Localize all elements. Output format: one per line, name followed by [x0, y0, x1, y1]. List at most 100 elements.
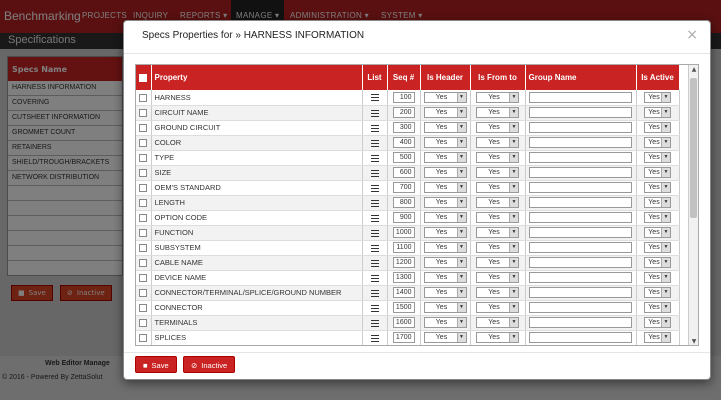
row-checkbox[interactable] [139, 259, 148, 267]
group-name-input[interactable] [528, 137, 632, 148]
seq-input[interactable]: 900 [392, 212, 415, 223]
is-header-select[interactable]: Yes ▼ [423, 167, 467, 178]
group-name-input[interactable] [528, 91, 632, 103]
is-active-select[interactable]: Yes ▼ [644, 332, 671, 343]
is-active-select[interactable]: Yes ▼ [644, 122, 671, 133]
is-header-select[interactable]: Yes ▼ [423, 182, 467, 193]
is-header-select[interactable]: Yes ▼ [423, 242, 467, 253]
is-from-to-select[interactable]: Yes ▼ [476, 317, 519, 328]
group-name-input[interactable] [528, 182, 632, 193]
is-header-select[interactable]: Yes ▼ [423, 302, 467, 313]
is-from-to-select[interactable]: Yes ▼ [476, 272, 519, 283]
is-active-select[interactable]: Yes ▼ [644, 227, 671, 238]
is-header-select[interactable]: Yes ▼ [423, 107, 467, 118]
seq-input[interactable]: 1500 [392, 302, 415, 313]
is-header-select[interactable]: Yes ▼ [423, 212, 467, 223]
is-header-select[interactable]: Yes ▼ [423, 287, 467, 298]
close-icon[interactable]: × [686, 27, 698, 43]
seq-input[interactable]: 1400 [392, 287, 415, 298]
column-header-is-active[interactable]: Is Active [636, 65, 680, 90]
inactive-button[interactable]: ⊘ Inactive [183, 356, 236, 373]
is-from-to-select[interactable]: Yes ▼ [476, 227, 519, 238]
list-icon[interactable] [370, 169, 379, 177]
group-name-input[interactable] [528, 197, 632, 208]
row-checkbox[interactable] [139, 244, 148, 252]
vertical-scrollbar[interactable]: ▲ ▼ [688, 65, 698, 345]
is-active-select[interactable]: Yes ▼ [644, 242, 671, 253]
group-name-input[interactable] [528, 167, 632, 178]
is-active-select[interactable]: Yes ▼ [644, 91, 671, 103]
is-from-to-select[interactable]: Yes ▼ [476, 257, 519, 268]
is-from-to-select[interactable]: Yes ▼ [476, 332, 519, 343]
row-checkbox[interactable] [139, 93, 148, 102]
row-checkbox[interactable] [139, 139, 148, 147]
list-icon[interactable] [370, 199, 379, 207]
is-header-select[interactable]: Yes ▼ [423, 317, 467, 328]
group-name-input[interactable] [528, 212, 632, 223]
row-checkbox[interactable] [139, 304, 148, 312]
column-header-list[interactable]: List [362, 65, 388, 90]
list-icon[interactable] [370, 109, 379, 117]
list-icon[interactable] [370, 274, 379, 282]
is-active-select[interactable]: Yes ▼ [644, 152, 671, 163]
is-active-select[interactable]: Yes ▼ [644, 317, 671, 328]
is-header-select[interactable]: Yes ▼ [423, 227, 467, 238]
row-checkbox[interactable] [139, 154, 148, 162]
row-checkbox[interactable] [139, 334, 148, 342]
group-name-input[interactable] [528, 122, 632, 133]
row-checkbox[interactable] [139, 124, 148, 132]
is-from-to-select[interactable]: Yes ▼ [476, 91, 519, 103]
list-icon[interactable] [370, 334, 379, 342]
column-header-seq[interactable]: Seq # [387, 65, 421, 90]
row-checkbox[interactable] [139, 274, 148, 282]
seq-input[interactable]: 600 [392, 167, 415, 178]
is-active-select[interactable]: Yes ▼ [644, 137, 671, 148]
save-button[interactable]: ■ Save [135, 356, 177, 373]
list-icon[interactable] [370, 184, 379, 192]
is-active-select[interactable]: Yes ▼ [644, 272, 671, 283]
list-icon[interactable] [370, 94, 379, 102]
row-checkbox[interactable] [139, 319, 148, 327]
column-header-is-from-to[interactable]: Is From to [470, 65, 526, 90]
is-header-select[interactable]: Yes ▼ [423, 91, 467, 103]
is-header-select[interactable]: Yes ▼ [423, 257, 467, 268]
is-from-to-select[interactable]: Yes ▼ [476, 287, 519, 298]
is-active-select[interactable]: Yes ▼ [644, 287, 671, 298]
group-name-input[interactable] [528, 302, 632, 313]
row-checkbox[interactable] [139, 289, 148, 297]
group-name-input[interactable] [528, 107, 632, 118]
seq-input[interactable]: 700 [392, 182, 415, 193]
column-header-property[interactable]: Property [151, 65, 363, 90]
select-all-checkbox[interactable] [139, 73, 148, 82]
is-active-select[interactable]: Yes ▼ [644, 257, 671, 268]
group-name-input[interactable] [528, 227, 632, 238]
list-icon[interactable] [370, 139, 379, 147]
list-icon[interactable] [370, 229, 379, 237]
is-from-to-select[interactable]: Yes ▼ [476, 167, 519, 178]
is-header-select[interactable]: Yes ▼ [423, 272, 467, 283]
list-icon[interactable] [370, 244, 379, 252]
is-header-select[interactable]: Yes ▼ [423, 122, 467, 133]
group-name-input[interactable] [528, 272, 632, 283]
group-name-input[interactable] [528, 287, 632, 298]
is-header-select[interactable]: Yes ▼ [423, 152, 467, 163]
row-checkbox[interactable] [139, 229, 148, 237]
is-from-to-select[interactable]: Yes ▼ [476, 137, 519, 148]
seq-input[interactable]: 1300 [392, 272, 415, 283]
is-from-to-select[interactable]: Yes ▼ [476, 197, 519, 208]
is-from-to-select[interactable]: Yes ▼ [476, 212, 519, 223]
seq-input[interactable]: 400 [392, 137, 415, 148]
row-checkbox[interactable] [139, 184, 148, 192]
list-icon[interactable] [370, 154, 379, 162]
list-icon[interactable] [370, 259, 379, 267]
seq-input[interactable]: 500 [392, 152, 415, 163]
seq-input[interactable]: 800 [392, 197, 415, 208]
list-icon[interactable] [370, 124, 379, 132]
row-checkbox[interactable] [139, 199, 148, 207]
is-from-to-select[interactable]: Yes ▼ [476, 122, 519, 133]
seq-input[interactable]: 1600 [392, 317, 415, 328]
group-name-input[interactable] [528, 257, 632, 268]
row-checkbox[interactable] [139, 169, 148, 177]
is-active-select[interactable]: Yes ▼ [644, 107, 671, 118]
row-checkbox[interactable] [139, 214, 148, 222]
